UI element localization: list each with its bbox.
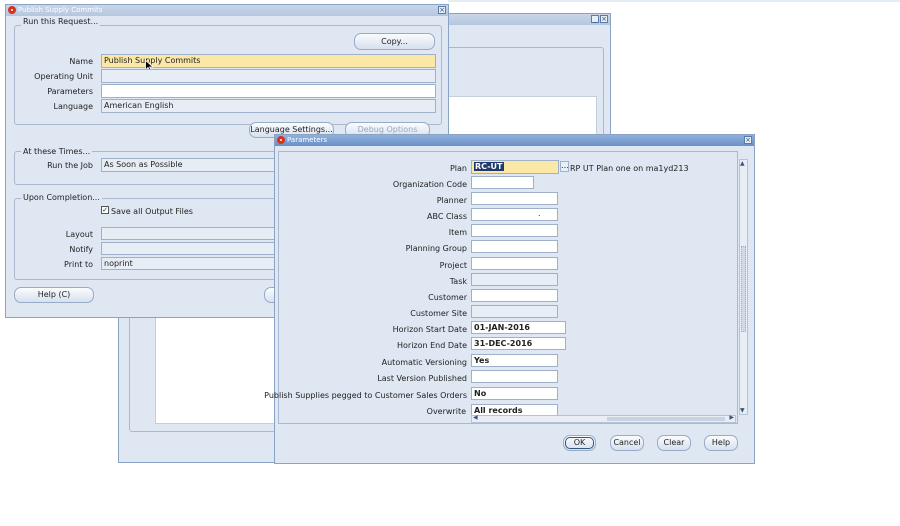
vertical-scroll-thumb[interactable]	[741, 246, 746, 332]
times-group-label: At these Times...	[21, 147, 93, 156]
help-button[interactable]: Help (C)	[14, 287, 94, 303]
param-field-task[interactable]	[471, 273, 558, 286]
notify-field[interactable]	[101, 242, 276, 255]
param-field-publish-supplies-pegged[interactable]: No	[471, 387, 558, 400]
help-button[interactable]: Help	[704, 435, 738, 451]
param-label-project: Project	[439, 261, 467, 270]
layout-field[interactable]	[101, 227, 276, 240]
param-label-abc-class: ABC Class	[427, 212, 467, 221]
layout-label: Layout	[65, 230, 93, 239]
plan-lov-button[interactable]: …	[560, 161, 569, 172]
plan-label: Plan	[449, 164, 467, 173]
horizontal-scrollbar[interactable]: ◀ ▶	[471, 414, 736, 423]
close-icon[interactable]: ×	[600, 15, 608, 23]
param-label-organization-code: Organization Code	[392, 180, 467, 189]
parameters-label: Parameters	[47, 87, 93, 96]
param-field-customer[interactable]	[471, 289, 558, 302]
plan-description: RP UT Plan one on ma1yd213	[570, 164, 689, 173]
param-label-customer-site: Customer Site	[410, 309, 467, 318]
copy-button[interactable]: Copy...	[354, 33, 435, 50]
close-icon[interactable]: ×	[744, 136, 752, 144]
request-window-title: Publish Supply Commits	[18, 6, 103, 14]
param-field-abc-class-value: .	[538, 209, 541, 218]
param-field-planner[interactable]	[471, 192, 558, 205]
cancel-button[interactable]: Cancel	[610, 435, 644, 451]
param-field-overwrite[interactable]: All records	[471, 404, 558, 415]
param-field-abc-class[interactable]: .	[471, 208, 558, 221]
plan-field-value: RC-UT	[474, 162, 504, 171]
param-label-automatic-versioning: Automatic Versioning	[381, 358, 467, 367]
notify-label: Notify	[69, 245, 93, 254]
param-field-last-version-published[interactable]	[471, 370, 558, 383]
close-icon[interactable]: ×	[438, 6, 446, 14]
run-request-group-label: Run this Request...	[21, 17, 101, 26]
param-field-item[interactable]	[471, 224, 558, 237]
param-field-organization-code[interactable]	[471, 176, 534, 189]
param-label-overwrite: Overwrite	[426, 407, 466, 415]
operating-unit-field[interactable]	[101, 69, 436, 83]
plan-field[interactable]: RC-UT	[471, 160, 559, 174]
param-field-project[interactable]	[471, 257, 558, 270]
param-field-automatic-versioning[interactable]: Yes	[471, 354, 558, 367]
param-label-item: Item	[448, 228, 467, 237]
param-label-planner: Planner	[436, 196, 467, 205]
print-to-field[interactable]: noprint	[101, 257, 276, 270]
param-label-planning-group: Planning Group	[405, 244, 467, 253]
parameters-window-title: Parameters	[287, 136, 328, 144]
scroll-up-icon[interactable]: ▲	[740, 160, 745, 167]
param-field-horizon-end-date[interactable]: 31-DEC-2016	[471, 337, 566, 350]
completion-group-label: Upon Completion...	[21, 193, 102, 202]
background-window-edge	[448, 0, 900, 2]
param-label-horizon-start-date: Horizon Start Date	[392, 325, 467, 334]
param-label-customer: Customer	[428, 293, 467, 302]
horizontal-scroll-thumb[interactable]	[607, 417, 725, 421]
language-field[interactable]: American English	[101, 99, 436, 113]
scroll-left-icon[interactable]: ◀	[473, 414, 478, 421]
parameters-window-titlebar: Parameters ×	[275, 135, 754, 146]
param-field-customer-site[interactable]	[471, 305, 558, 318]
param-label-publish-supplies-pegged: Publish Supplies pegged to Customer Sale…	[264, 391, 467, 400]
scroll-down-icon[interactable]: ▼	[740, 407, 745, 414]
param-label-horizon-end-date: Horizon End Date	[397, 341, 467, 350]
operating-unit-label: Operating Unit	[34, 72, 93, 81]
vertical-scrollbar[interactable]: ▲ ▼	[739, 159, 748, 415]
run-job-label: Run the Job	[47, 161, 93, 170]
param-field-planning-group[interactable]	[471, 240, 558, 253]
param-label-task: Task	[449, 277, 467, 286]
param-field-horizon-start-date[interactable]: 01-JAN-2016	[471, 321, 566, 334]
name-label: Name	[69, 57, 93, 66]
minimize-icon[interactable]: _	[591, 15, 599, 23]
scroll-right-icon[interactable]: ▶	[729, 414, 734, 421]
ok-button[interactable]: OK	[563, 435, 596, 451]
print-to-label: Print to	[64, 260, 93, 269]
oracle-icon	[8, 6, 16, 14]
language-label: Language	[53, 102, 93, 111]
overwrite-row-clip: Overwrite All records	[278, 401, 728, 415]
clear-button[interactable]: Clear	[657, 435, 691, 451]
request-window-titlebar: Publish Supply Commits ×	[6, 5, 448, 16]
param-label-last-version-published: Last Version Published	[377, 374, 467, 383]
oracle-icon	[277, 136, 285, 144]
save-output-label: Save all Output Files	[111, 207, 193, 216]
parameters-window: Parameters × Plan RC-UT … RP UT Plan one…	[264, 134, 755, 464]
parameters-field[interactable]	[101, 84, 436, 98]
save-output-checkbox[interactable]: ✓	[101, 206, 109, 214]
run-job-field[interactable]: As Soon as Possible	[101, 158, 276, 172]
